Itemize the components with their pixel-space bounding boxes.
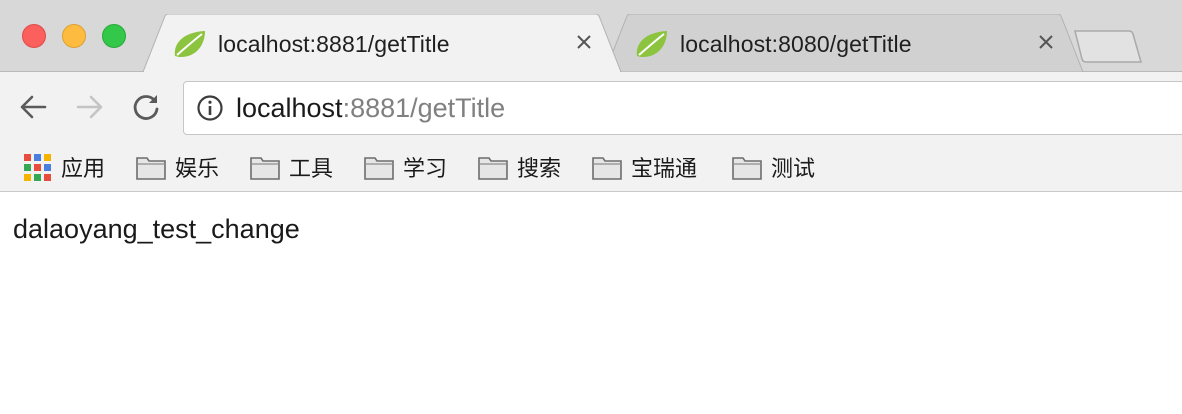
tab-close-icon[interactable] bbox=[1033, 29, 1059, 55]
tab-title: localhost:8881/getTitle bbox=[218, 31, 450, 57]
bookmark-label: 搜索 bbox=[517, 156, 562, 181]
window-close-button[interactable] bbox=[22, 24, 46, 48]
page-body-text: dalaoyang_test_change bbox=[13, 214, 300, 244]
window-zoom-button[interactable] bbox=[102, 24, 126, 48]
bookmark-apps[interactable]: 应用 bbox=[24, 150, 105, 184]
bookmark-label: 学习 bbox=[403, 156, 448, 181]
bookmark-folder[interactable]: 工具 bbox=[250, 150, 333, 184]
forward-arrow-icon[interactable] bbox=[73, 90, 107, 124]
tab-localhost-8080[interactable]: localhost:8080/getTitle bbox=[605, 14, 1085, 72]
folder-icon bbox=[478, 157, 508, 180]
folder-icon bbox=[364, 157, 394, 180]
bookmark-folder[interactable]: 测试 bbox=[732, 150, 815, 184]
bookmark-label: 工具 bbox=[289, 156, 334, 181]
browser-toolbar: localhost:8881/getTitle bbox=[0, 72, 1182, 144]
url-host: localhost bbox=[236, 93, 343, 123]
reload-icon[interactable] bbox=[129, 90, 163, 124]
tab-title: localhost:8080/getTitle bbox=[680, 31, 912, 57]
bookmark-folder[interactable]: 搜索 bbox=[478, 150, 561, 184]
folder-icon bbox=[732, 157, 762, 180]
bookmark-folder[interactable]: 学习 bbox=[364, 150, 447, 184]
spring-leaf-icon bbox=[174, 31, 205, 58]
back-arrow-icon[interactable] bbox=[16, 90, 50, 124]
spring-leaf-icon bbox=[636, 31, 667, 58]
bookmark-label: 娱乐 bbox=[175, 156, 220, 181]
bookmark-folder[interactable]: 宝瑞通 bbox=[592, 150, 697, 184]
folder-icon bbox=[136, 157, 166, 180]
tab-close-icon[interactable] bbox=[571, 29, 597, 55]
bookmark-label: 宝瑞通 bbox=[631, 156, 698, 181]
bookmark-label: 测试 bbox=[771, 156, 816, 181]
folder-icon bbox=[250, 157, 280, 180]
bookmark-label: 应用 bbox=[61, 156, 106, 181]
folder-icon bbox=[592, 157, 622, 180]
bookmarks-bar: 应用 娱乐 工具 学习 搜索 宝瑞通 测试 bbox=[0, 144, 1182, 192]
info-icon[interactable] bbox=[196, 94, 224, 122]
window-minimize-button[interactable] bbox=[62, 24, 86, 48]
tab-strip: localhost:8080/getTitle localhost:8881/g… bbox=[0, 0, 1182, 72]
bookmark-folder[interactable]: 娱乐 bbox=[136, 150, 219, 184]
url-path: :8881/getTitle bbox=[342, 93, 506, 123]
apps-grid-icon bbox=[24, 153, 51, 181]
tab-localhost-8881[interactable]: localhost:8881/getTitle bbox=[143, 14, 623, 72]
address-bar[interactable]: localhost:8881/getTitle bbox=[183, 81, 1182, 135]
url-text[interactable]: localhost:8881/getTitle bbox=[236, 93, 505, 124]
